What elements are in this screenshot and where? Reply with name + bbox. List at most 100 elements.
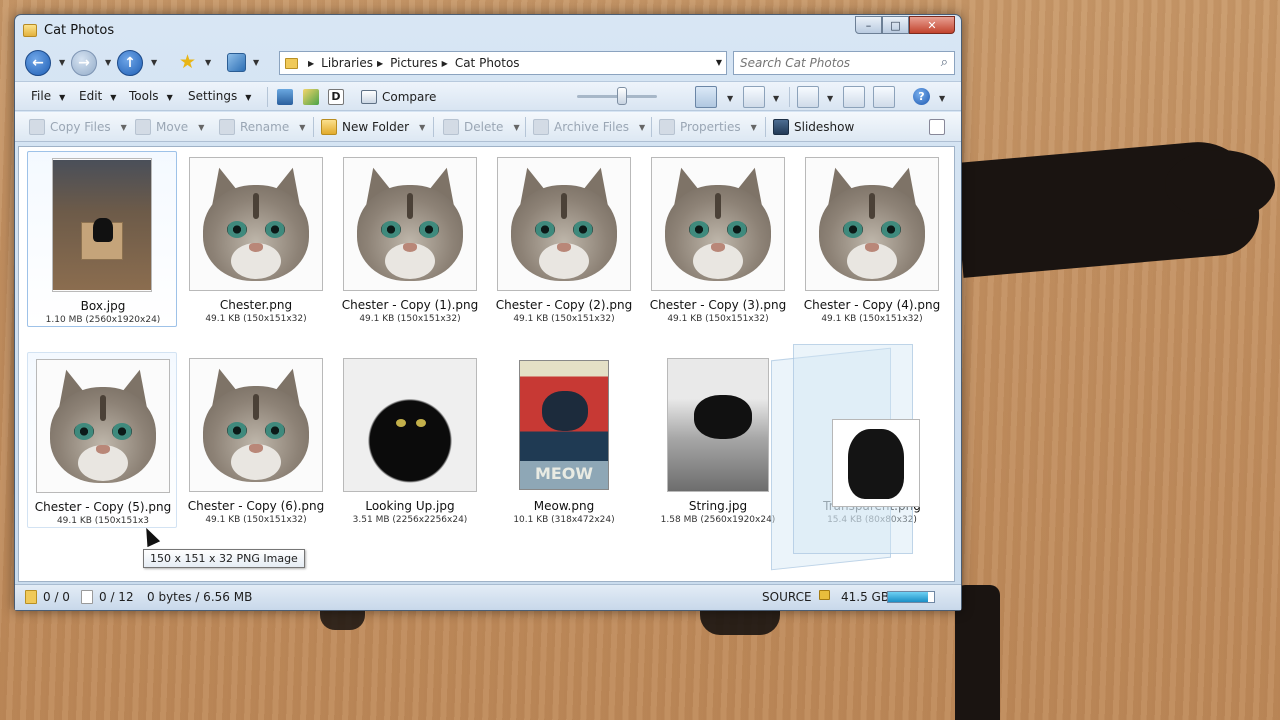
breadcrumb-arrow-icon[interactable]: ▶ (308, 59, 314, 68)
properties-button[interactable]: Properties ▼ (659, 119, 757, 135)
back-button[interactable]: ← (25, 50, 51, 76)
new-folder-button[interactable]: New Folder ▼ (321, 119, 425, 135)
rename-label: Rename (240, 120, 290, 134)
options-icon[interactable] (929, 119, 945, 135)
document-d-icon[interactable]: D (328, 89, 344, 105)
breadcrumb-libraries[interactable]: Libraries (321, 56, 373, 70)
chevron-down-icon: ▼ (299, 122, 306, 132)
cat-in-box (93, 218, 113, 242)
folder-icon (285, 57, 298, 69)
back-history-chevron-down-icon[interactable]: ▼ (59, 58, 65, 67)
folders-pane-button[interactable] (843, 86, 865, 108)
close-button[interactable]: ✕ (909, 16, 955, 34)
slideshow-label: Slideshow (794, 120, 855, 134)
menu-file[interactable]: File ▼ (31, 89, 65, 103)
image-edit-icon[interactable] (303, 89, 319, 105)
address-bar[interactable]: ▶ Libraries ▶ Pictures ▶ Cat Photos ▼ (279, 51, 727, 75)
help-icon[interactable]: ? (913, 88, 930, 105)
chevron-down-icon: ▼ (198, 122, 205, 132)
file-tile-chester[interactable]: Chester.png 49.1 KB (150x151x32) (181, 151, 331, 327)
disk-usage-fill (888, 592, 929, 602)
file-tile-meow[interactable]: MEOW Meow.png 10.1 KB (318x472x24) (489, 352, 639, 528)
up-button[interactable]: ↑ (117, 50, 143, 76)
forward-history-chevron-down-icon[interactable]: ▼ (105, 58, 111, 67)
layout-chevron-down-icon[interactable]: ▼ (827, 94, 833, 103)
file-tile-chester-copy-5[interactable]: Chester - Copy (5).png 49.1 KB (150x151x… (27, 352, 177, 528)
delete-button[interactable]: Delete ▼ (443, 119, 520, 135)
free-space: 41.5 GB (841, 590, 890, 604)
address-history-chevron-down-icon[interactable]: ▼ (716, 58, 722, 67)
thumbnail (36, 359, 170, 493)
maximize-button[interactable]: □ (882, 16, 909, 34)
up-chevron-down-icon[interactable]: ▼ (151, 58, 157, 67)
slideshow-button[interactable]: Slideshow (773, 119, 854, 135)
file-tile-chester-copy-3[interactable]: Chester - Copy (3).png 49.1 KB (150x151x… (643, 151, 793, 327)
file-name: Box.jpg (80, 299, 126, 313)
rename-button[interactable]: Rename ▼ (219, 119, 305, 135)
breadcrumb-pictures[interactable]: Pictures (390, 56, 438, 70)
file-count: 0 / 12 (81, 590, 134, 604)
monitor-icon[interactable] (277, 89, 293, 105)
delete-label: Delete (464, 120, 504, 134)
move-button[interactable]: Move ▼ (135, 119, 204, 135)
menu-settings[interactable]: Settings ▼ (188, 89, 251, 103)
copy-icon (29, 119, 45, 135)
view-chevron-down-icon[interactable]: ▼ (727, 94, 733, 103)
breadcrumb-arrow-icon[interactable]: ▶ (377, 59, 383, 68)
status-bar: 0 / 0 0 / 12 0 bytes / 6.56 MB SOURCE 41… (15, 584, 961, 610)
edit-pencil-button[interactable] (743, 86, 765, 108)
divider (433, 117, 434, 137)
thumbnail (343, 157, 477, 291)
breadcrumb-cat-photos[interactable]: Cat Photos (455, 56, 520, 70)
preview-pane-button[interactable] (873, 86, 895, 108)
folder-app-icon (23, 24, 37, 37)
chester-cat-thumbnail (197, 363, 315, 484)
breadcrumb-arrow-icon[interactable]: ▶ (442, 59, 448, 68)
network-chevron-down-icon[interactable]: ▼ (253, 58, 259, 67)
minimize-button[interactable]: – (855, 16, 882, 34)
compare-button[interactable]: Compare (361, 86, 436, 108)
file-tile-looking-up[interactable]: Looking Up.jpg 3.51 MB (2256x2256x24) (335, 352, 485, 528)
favorites-star-icon[interactable]: ★ (179, 51, 196, 73)
help-chevron-down-icon[interactable]: ▼ (939, 94, 945, 103)
divider (651, 117, 652, 137)
search-input[interactable] (740, 56, 925, 70)
file-icon (81, 590, 93, 604)
breadcrumb: ▶ Libraries ▶ Pictures ▶ Cat Photos (304, 56, 520, 70)
chevron-down-icon: ▼ (419, 122, 426, 132)
file-tile-chester-copy-1[interactable]: Chester - Copy (1).png 49.1 KB (150x151x… (335, 151, 485, 327)
search-icon[interactable]: ⌕ (941, 55, 948, 70)
padlock-icon (819, 590, 830, 600)
title-bar[interactable]: Cat Photos – □ ✕ (15, 15, 961, 47)
layout-panes-button[interactable] (797, 86, 819, 108)
size-summary: 0 bytes / 6.56 MB (147, 590, 253, 604)
thumbnail (189, 157, 323, 291)
file-tile-box[interactable]: Box.jpg 1.10 MB (2560x1920x24) (27, 151, 177, 327)
archive-files-button[interactable]: Archive Files ▼ (533, 119, 645, 135)
chevron-down-icon: ▼ (513, 122, 520, 132)
copy-files-button[interactable]: Copy Files ▼ (29, 119, 127, 135)
file-meta: 49.1 KB (150x151x32) (513, 314, 615, 324)
file-list-view[interactable]: Box.jpg 1.10 MB (2560x1920x24) Chester.p… (18, 146, 955, 582)
forward-button[interactable]: → (71, 50, 97, 76)
source-label: SOURCE (762, 590, 812, 604)
thumbnails-view-button[interactable] (695, 86, 717, 108)
menu-edit[interactable]: Edit ▼ (79, 89, 116, 103)
file-tile-chester-copy-2[interactable]: Chester - Copy (2).png 49.1 KB (150x151x… (489, 151, 639, 327)
archive-files-label: Archive Files (554, 120, 630, 134)
favorites-chevron-down-icon[interactable]: ▼ (205, 58, 211, 67)
edit-chevron-down-icon[interactable]: ▼ (773, 94, 779, 103)
file-tile-chester-copy-4[interactable]: Chester - Copy (4).png 49.1 KB (150x151x… (797, 151, 947, 327)
network-globe-icon[interactable] (227, 53, 246, 72)
chester-cat-thumbnail (813, 162, 931, 283)
file-name: Chester - Copy (2).png (495, 298, 633, 312)
file-meta: 3.51 MB (2256x2256x24) (352, 515, 468, 525)
file-name: Chester - Copy (1).png (341, 298, 479, 312)
thumbnail-size-slider-thumb[interactable] (617, 87, 627, 105)
menu-tools-label: Tools (129, 89, 159, 103)
file-tile-chester-copy-6[interactable]: Chester - Copy (6).png 49.1 KB (150x151x… (181, 352, 331, 528)
chester-cat-thumbnail (505, 162, 623, 283)
desktop-cat-tail-tip (1165, 150, 1275, 220)
menu-tools[interactable]: Tools ▼ (129, 89, 173, 103)
chevron-down-icon: ▼ (750, 122, 757, 132)
